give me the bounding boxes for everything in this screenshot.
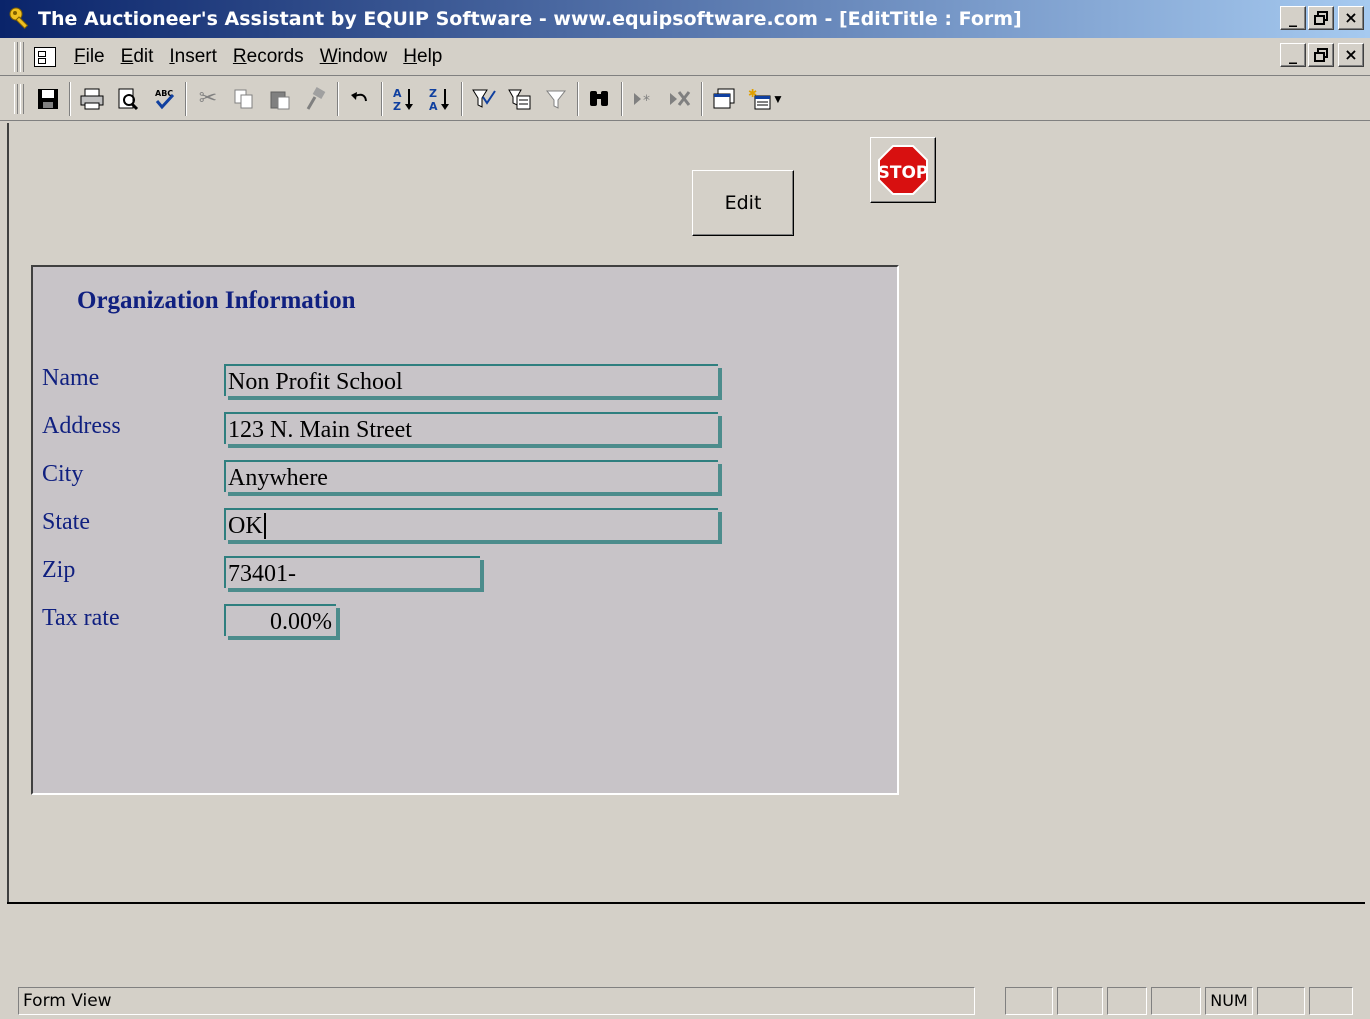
svg-text:STOP: STOP — [878, 163, 929, 183]
text-cursor: ​ — [263, 513, 266, 539]
name-field[interactable]: Non Profit School — [224, 364, 718, 396]
minimize-button[interactable]: _ — [1280, 6, 1306, 30]
toolbar-grip — [14, 83, 18, 114]
paste-icon[interactable] — [262, 81, 298, 117]
doc-minimize-button[interactable]: _ — [1280, 43, 1306, 67]
status-text: Form View — [18, 987, 975, 1015]
doc-restore-button[interactable] — [1308, 43, 1334, 67]
address-label: Address — [42, 413, 121, 439]
spelling-icon[interactable]: ABC — [146, 81, 182, 117]
delete-record-icon[interactable] — [662, 81, 698, 117]
stop-sign-icon: STOP — [878, 145, 929, 195]
menu-file[interactable]: File — [66, 46, 113, 68]
toolbar-separator — [461, 81, 463, 116]
find-icon[interactable] — [582, 81, 618, 117]
tax-rate-label: Tax rate — [42, 605, 120, 631]
toolbar-separator — [381, 81, 383, 116]
toolbar-separator — [69, 81, 71, 116]
menu-insert[interactable]: Insert — [161, 46, 225, 68]
format-painter-icon[interactable] — [298, 81, 334, 117]
copy-icon[interactable] — [226, 81, 262, 117]
window-title: The Auctioneer's Assistant by EQUIP Soft… — [38, 8, 1022, 30]
toolbar-separator — [577, 81, 579, 116]
organization-panel: Organization Information Name Non Profit… — [31, 265, 899, 795]
state-field[interactable]: OK​ — [224, 508, 718, 540]
title-bar: The Auctioneer's Assistant by EQUIP Soft… — [0, 0, 1370, 38]
status-indicator — [1309, 987, 1353, 1015]
menu-grip — [14, 41, 18, 72]
status-indicator — [1057, 987, 1103, 1015]
menu-edit[interactable]: Edit — [113, 46, 162, 68]
new-record-icon[interactable]: * — [626, 81, 662, 117]
toolbar-separator — [621, 81, 623, 116]
new-object-dropdown-icon[interactable]: ▼ — [772, 92, 784, 106]
tax-rate-field[interactable]: 0.00% — [224, 604, 336, 636]
name-label: Name — [42, 365, 100, 391]
status-indicator — [1257, 987, 1305, 1015]
svg-text:A: A — [393, 87, 402, 100]
menu-records[interactable]: Records — [225, 46, 312, 68]
filter-by-form-icon[interactable] — [502, 81, 538, 117]
panel-title: Organization Information — [77, 287, 356, 314]
app-key-icon — [8, 6, 34, 32]
status-indicator — [1005, 987, 1053, 1015]
svg-text:A: A — [429, 100, 438, 112]
city-field[interactable]: Anywhere — [224, 460, 718, 492]
menu-window[interactable]: Window — [312, 46, 396, 68]
form-control-icon[interactable] — [34, 46, 56, 67]
state-label: State — [42, 509, 90, 535]
toolbar-grip-2 — [20, 83, 24, 114]
sort-descending-icon[interactable]: ZA — [422, 81, 458, 117]
address-field[interactable]: 123 N. Main Street — [224, 412, 718, 444]
filter-by-selection-icon[interactable] — [466, 81, 502, 117]
stop-button[interactable]: STOP — [870, 137, 936, 203]
sort-ascending-icon[interactable]: AZ — [386, 81, 422, 117]
status-indicator — [1151, 987, 1201, 1015]
cut-icon[interactable]: ✂ — [190, 81, 226, 117]
apply-filter-icon[interactable] — [538, 81, 574, 117]
menu-grip-2 — [20, 41, 24, 72]
zip-field[interactable]: 73401- — [224, 556, 480, 588]
save-icon[interactable] — [30, 81, 66, 117]
svg-text:Z: Z — [393, 100, 401, 112]
restore-button[interactable] — [1308, 6, 1334, 30]
footer-divider — [7, 902, 1365, 904]
close-button[interactable]: × — [1338, 6, 1364, 30]
toolbar: ABC ✂ AZ ZA * ✱ ▼ — [0, 77, 1370, 121]
svg-text:*: * — [643, 93, 650, 109]
num-lock-indicator: NUM — [1205, 987, 1253, 1015]
toolbar-separator — [185, 81, 187, 116]
toolbar-separator — [701, 81, 703, 116]
status-indicator — [1107, 987, 1147, 1015]
zip-label: Zip — [42, 557, 76, 583]
database-window-icon[interactable] — [706, 81, 742, 117]
svg-text:Z: Z — [429, 87, 437, 100]
status-bar: Form View NUM — [0, 984, 1370, 1019]
doc-close-button[interactable]: × — [1338, 43, 1364, 67]
city-label: City — [42, 461, 84, 487]
menu-bar: File Edit Insert Records Window Help _ × — [0, 38, 1370, 76]
menu-help[interactable]: Help — [395, 46, 450, 68]
edit-button[interactable]: Edit — [692, 170, 794, 236]
undo-icon[interactable] — [342, 81, 378, 117]
toolbar-separator — [337, 81, 339, 116]
print-preview-icon[interactable] — [110, 81, 146, 117]
print-icon[interactable] — [74, 81, 110, 117]
